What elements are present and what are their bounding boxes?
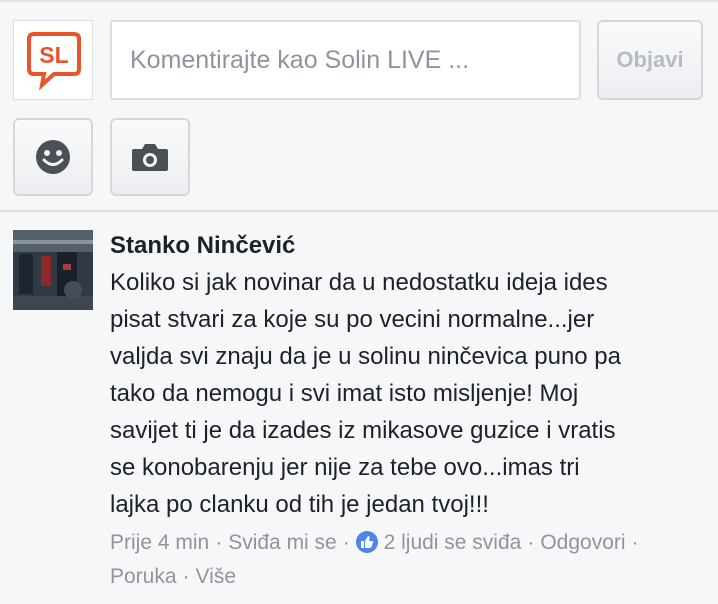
comment-author[interactable]: Stanko Ninčević <box>110 232 295 260</box>
post-button[interactable]: Objavi <box>597 20 703 100</box>
meta-separator: · <box>215 531 223 554</box>
comment-line: savijet ti je da izades iz mikasove guzi… <box>110 417 616 444</box>
svg-text:SL: SL <box>39 42 68 68</box>
meta-separator: · <box>527 531 535 554</box>
camera-icon <box>132 144 168 171</box>
like-badge-icon <box>355 531 378 553</box>
brand-avatar: SL <box>13 20 93 100</box>
message-link[interactable]: Poruka <box>110 565 177 588</box>
emoji-button[interactable] <box>13 118 93 196</box>
comment-line: valjda svi znaju da je u solinu ninčevic… <box>110 343 621 370</box>
likes-count-link[interactable]: 2 ljudi se sviđa <box>384 531 522 554</box>
comment-line: se konobarenju jer nije za tebe ovo...im… <box>110 454 580 481</box>
more-link[interactable]: Više <box>196 565 236 588</box>
meta-separator: · <box>182 565 190 588</box>
comment-line: pisat stvari za koje su po vecini normal… <box>110 306 595 333</box>
solin-live-logo: SL <box>27 32 81 91</box>
comment-line: Koliko si jak novinar da u nedostatku id… <box>110 269 608 296</box>
comment-composer: SL Objavi <box>0 2 718 210</box>
comment-body: Koliko si jak novinar da u nedostatku id… <box>110 264 710 523</box>
comment-line: tako da nemogu i svi imat isto misljenje… <box>110 380 579 407</box>
comment-meta: Prije 4 min · Sviđa mi se · 2 ljudi se sviđ… <box>110 526 710 594</box>
comment-timestamp[interactable]: Prije 4 min <box>110 531 209 554</box>
meta-separator: · <box>342 531 350 554</box>
like-link[interactable]: Sviđa mi se <box>228 531 337 554</box>
comment-input[interactable] <box>110 20 581 100</box>
reply-link[interactable]: Odgovori <box>540 531 625 554</box>
meta-separator: · <box>631 531 639 554</box>
avatar[interactable] <box>13 230 93 310</box>
smiley-icon <box>36 140 70 174</box>
comment-item: Stanko Ninčević Koliko si jak novinar da… <box>0 212 718 604</box>
camera-button[interactable] <box>110 118 190 196</box>
comment-line: lajka po clanku od tih je jedan tvoj!!! <box>110 491 489 518</box>
